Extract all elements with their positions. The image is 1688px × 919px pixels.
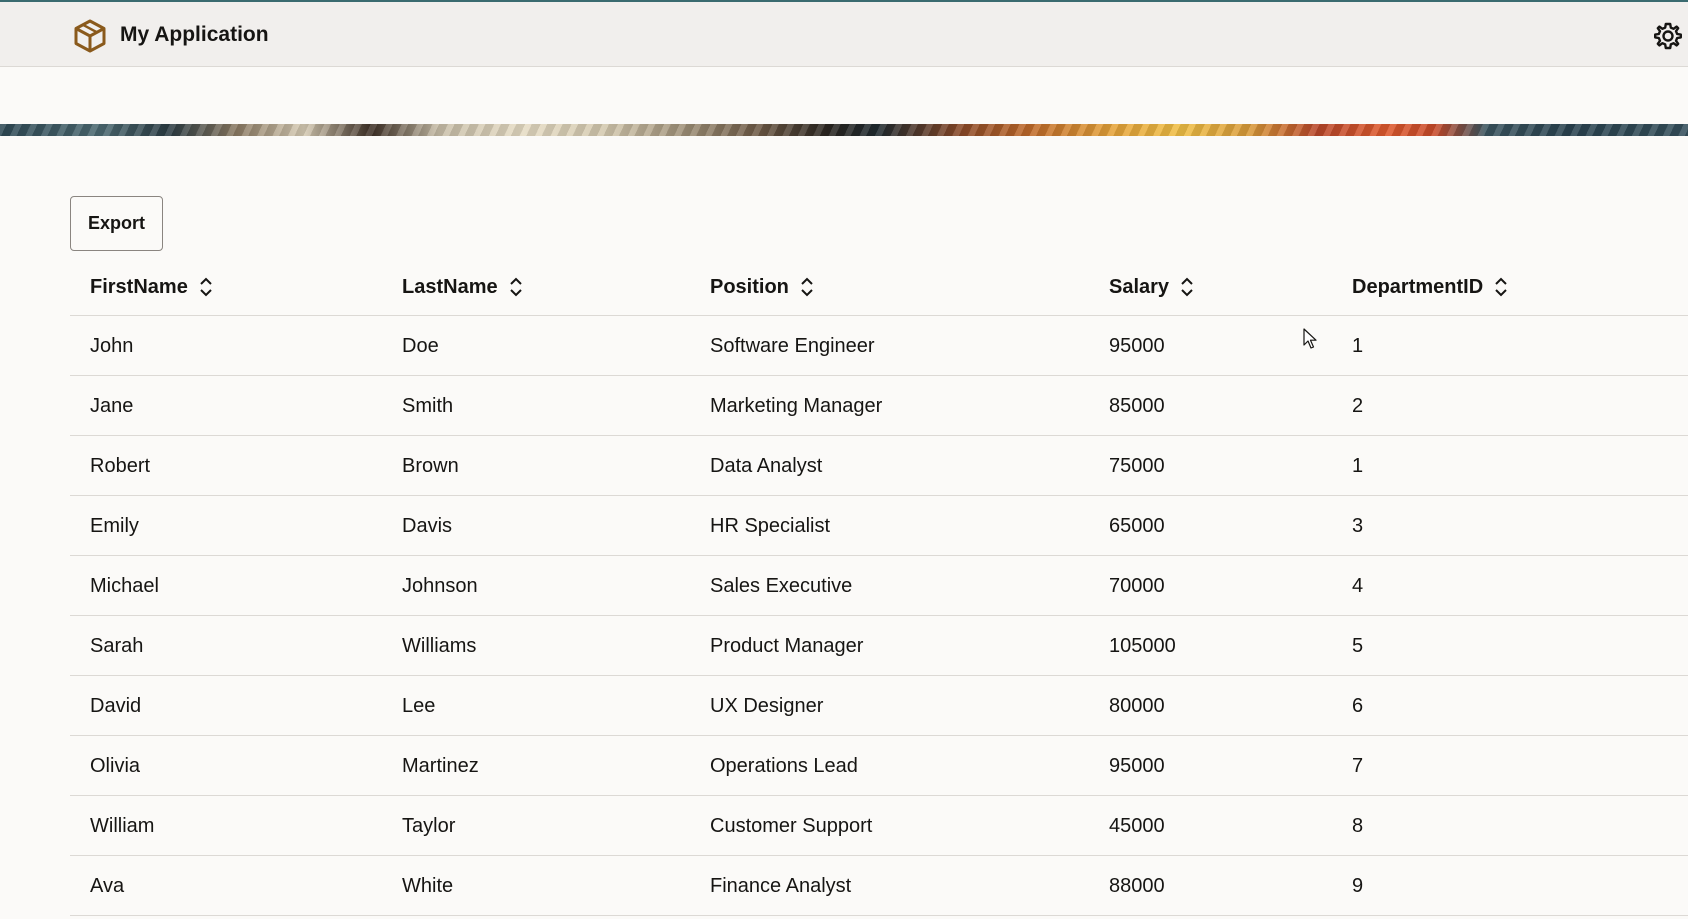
sort-up-down-icon (1181, 277, 1193, 297)
cell-salary: 95000 (1109, 335, 1165, 357)
cell-salary: 65000 (1109, 515, 1165, 537)
cell-departmentid: 7 (1352, 755, 1364, 777)
table-row[interactable]: Jane Smith Marketing Manager 85000 2 (70, 376, 1688, 436)
cell-salary: 95000 (1109, 755, 1165, 777)
table-row[interactable]: Olivia Martinez Operations Lead 95000 7 (70, 736, 1688, 796)
table-row[interactable]: David Lee UX Designer 80000 6 (70, 676, 1688, 736)
column-header-position[interactable]: Position (710, 272, 815, 302)
cell-departmentid: 8 (1352, 815, 1364, 837)
cell-salary: 80000 (1109, 695, 1165, 717)
gear-icon[interactable] (1652, 20, 1684, 52)
cell-position: UX Designer (710, 695, 824, 717)
cell-departmentid: 2 (1352, 395, 1364, 417)
cell-firstname: Sarah (90, 635, 144, 657)
cell-lastname: Davis (402, 515, 453, 537)
cell-departmentid: 6 (1352, 695, 1364, 717)
app-title: My Application (120, 23, 269, 46)
cell-position: Sales Executive (710, 575, 853, 597)
cell-firstname: Emily (90, 515, 139, 537)
cell-departmentid: 3 (1352, 515, 1364, 537)
cell-lastname: Williams (402, 635, 477, 657)
cell-firstname: William (90, 815, 155, 837)
cell-salary: 70000 (1109, 575, 1165, 597)
mouse-cursor-icon (1303, 328, 1317, 349)
table-row[interactable]: Ava White Finance Analyst 88000 9 (70, 856, 1688, 916)
cell-firstname: Michael (90, 575, 159, 597)
cell-salary: 105000 (1109, 635, 1176, 657)
table-row[interactable]: Emily Davis HR Specialist 65000 3 (70, 496, 1688, 556)
table-row[interactable]: John Doe Software Engineer 95000 1 (70, 316, 1688, 376)
table-header: FirstName LastName Position Salary Depar… (70, 258, 1688, 316)
cell-position: Software Engineer (710, 335, 875, 357)
cell-position: Product Manager (710, 635, 864, 657)
cell-salary: 45000 (1109, 815, 1165, 837)
export-button[interactable]: Export (70, 196, 163, 251)
cell-position: Marketing Manager (710, 395, 883, 417)
sort-up-down-icon (801, 277, 813, 297)
cell-lastname: Brown (402, 455, 459, 477)
column-header-lastname[interactable]: LastName (402, 272, 524, 302)
cell-position: Operations Lead (710, 755, 858, 777)
cell-lastname: Doe (402, 335, 439, 357)
cell-departmentid: 1 (1352, 335, 1364, 357)
cell-departmentid: 5 (1352, 635, 1364, 657)
cell-salary: 85000 (1109, 395, 1165, 417)
cell-firstname: Robert (90, 455, 151, 477)
decorative-banner (0, 124, 1688, 136)
cell-salary: 75000 (1109, 455, 1165, 477)
column-header-departmentid[interactable]: DepartmentID (1352, 272, 1509, 302)
cell-firstname: Olivia (90, 755, 141, 777)
sort-up-down-icon (1495, 277, 1507, 297)
column-header-label: Position (710, 275, 789, 298)
cell-position: Customer Support (710, 815, 873, 837)
app-header: My Application (0, 2, 1688, 67)
cell-position: Finance Analyst (710, 875, 852, 897)
cell-salary: 88000 (1109, 875, 1165, 897)
cell-departmentid: 9 (1352, 875, 1364, 897)
column-header-label: Salary (1109, 275, 1170, 298)
column-header-label: LastName (402, 275, 498, 298)
employee-table: FirstName LastName Position Salary Depar… (70, 258, 1688, 916)
cell-firstname: David (90, 695, 142, 717)
cell-lastname: White (402, 875, 454, 897)
cell-firstname: Jane (90, 395, 134, 417)
table-row[interactable]: Sarah Williams Product Manager 105000 5 (70, 616, 1688, 676)
column-header-label: FirstName (90, 275, 188, 298)
table-row[interactable]: Robert Brown Data Analyst 75000 1 (70, 436, 1688, 496)
cell-lastname: Lee (402, 695, 436, 717)
cube-logo-icon (74, 19, 106, 53)
cell-departmentid: 4 (1352, 575, 1364, 597)
cell-firstname: John (90, 335, 134, 357)
table-body: John Doe Software Engineer 95000 1 Jane Smith M… (70, 316, 1688, 916)
cell-lastname: Taylor (402, 815, 456, 837)
table-row[interactable]: Michael Johnson Sales Executive 70000 4 (70, 556, 1688, 616)
sort-up-down-icon (200, 277, 212, 297)
cell-lastname: Martinez (402, 755, 479, 777)
cell-firstname: Ava (90, 875, 125, 897)
table-row[interactable]: William Taylor Customer Support 45000 8 (70, 796, 1688, 856)
sort-up-down-icon (509, 277, 522, 297)
cell-lastname: Johnson (402, 575, 478, 597)
column-header-firstname[interactable]: FirstName (90, 272, 214, 302)
column-header-label: DepartmentID (1352, 275, 1484, 298)
cell-departmentid: 1 (1352, 455, 1364, 477)
cell-lastname: Smith (402, 395, 454, 417)
column-header-salary[interactable]: Salary (1109, 272, 1195, 302)
cell-position: HR Specialist (710, 515, 831, 537)
cell-position: Data Analyst (710, 455, 823, 477)
